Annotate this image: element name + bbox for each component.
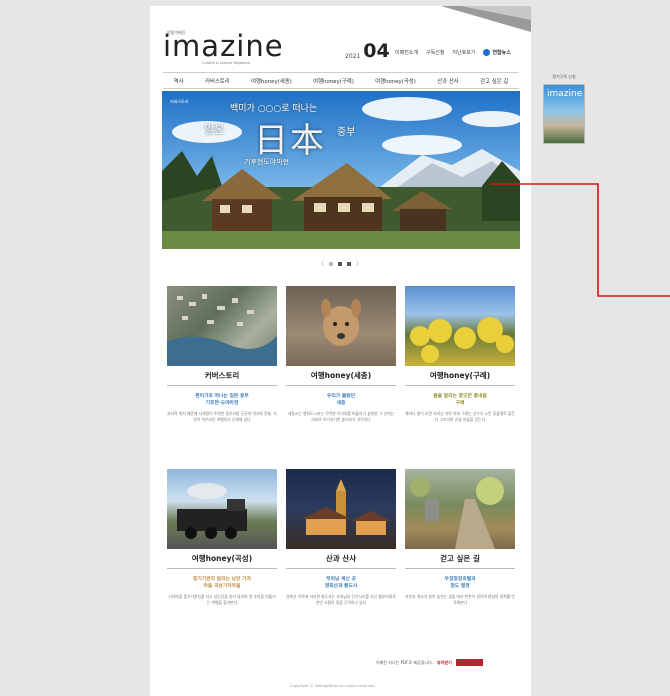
nav-item-cover-story[interactable]: 커버스토리 [205,77,230,85]
article-description: 세종시는 행정도시라는 딱딱한 이미지를 떠올리기 쉽지만 그 안에는 의외로 … [287,411,395,422]
article-description: 영축산 자락에 자리한 통도사는 부처님의 진신사리를 모신 불보사찰로 천년 … [286,594,396,605]
hero-banner[interactable]: 커버스토리 백미가 ○○○로 떠나는 일본 日本 중부 기후현도야마현 [162,91,520,249]
article-subtitle-line: 우정청정호텔과 [444,577,476,582]
magazine-page: 연합이매진 imazine Culture & Leisure Magazine… [150,6,531,696]
pdf-notice-text: 이매진 지나는 PDF로 제공됩니다. [376,659,434,665]
pager-next-icon[interactable]: 〉 [356,259,362,268]
viewer-download-link[interactable]: 뷰어받기 [437,660,452,666]
nav-item-walking-road[interactable]: 걷고 싶은 길 [480,77,508,85]
article-subtitle-line: 우리가 몰랐던 [326,394,356,399]
article-title[interactable]: 여행honey(구례) [405,366,515,386]
article-title[interactable]: 여행honey(세종) [286,366,396,386]
hero-headline-kanji: 日本 [254,121,326,161]
steam-train-image [177,483,247,539]
top-link-archive[interactable]: 지난호보기 [452,49,475,56]
nav-item-mountain-temple[interactable]: 산과 산사 [437,77,459,85]
nav-item-travel-gurye[interactable]: 여행honey(구례) [313,77,354,85]
magazine-cover-thumbnail[interactable]: imazine [543,84,585,144]
top-link-subscribe[interactable]: 구독신청 [426,49,444,56]
nav-item-travel-gokseong[interactable]: 여행honey(곡성) [375,77,416,85]
article-title[interactable]: 걷고 싶은 길 [405,549,515,569]
deer-image [321,299,361,346]
article-subtitle: 부처님 계신 곳 영축산과 통도사 [286,576,396,590]
nav-item-history[interactable]: 역사 [174,77,184,85]
article-description: 기차마을 증기기관차를 타고 섬진강을 따라 달리며 옛 추억을 떠올리는 여행… [168,594,276,605]
article-card-gokseong[interactable]: 여행honey(곡성) 증기기관차 달리는 낭만 기차 마을 곡성기차마을 기차… [167,469,277,606]
article-image[interactable] [286,469,396,549]
article-card-temple[interactable]: 산과 산사 부처님 계신 곳 영축산과 통도사 영축산 자락에 자리한 통도사는… [286,469,396,606]
hero-pager: 〈 〉 [318,259,362,268]
article-subtitle-line: 마을 곡성기차마을 [203,584,241,589]
article-card-walking-road[interactable]: 걷고 싶은 길 우정청정호텔과 청도 팔경 자연과 역사가 살아 숨쉬는 길을 … [405,469,515,606]
article-image[interactable] [405,469,515,549]
article-description: 해마다 봄이 오면 지리산 자락 아래 구례는 산수유 노란 꽃물결로 물든다 … [405,411,515,422]
article-subtitle-line: 기후현·도야마현 [205,401,239,406]
article-subtitle-line: 세종 [336,401,346,406]
issue-year: 2021 [345,53,361,60]
article-subtitle-line: 청도 팔경 [450,584,470,589]
article-card-cover-story[interactable]: 커버스토리 편미가로 떠나는 일본 중부 기후현·도야마현 지리적 위치 때문에… [167,286,277,423]
article-card-gurye[interactable]: 여행honey(구례) 봄을 알리는 향긋한 꽃내음 구례 해마다 봄이 오면 … [405,286,515,423]
site-logo[interactable]: imazine [163,31,284,61]
subscription-widget[interactable]: 정기구독 신청 imazine [543,74,585,154]
top-link-about[interactable]: 이매진소개 [395,49,418,56]
article-subtitle-line: 영축산과 통도사 [324,584,358,589]
pager-dot[interactable] [329,261,334,266]
article-title[interactable]: 산과 산사 [286,549,396,569]
stone-path-image [410,477,504,549]
article-description: 자연과 역사가 살아 숨쉬는 길을 따라 천천히 걸으며 봄날의 정취를 만끽해… [405,594,515,605]
top-links: 이매진소개 구독신청 지난호보기 연합뉴스 [395,49,511,56]
issue-month: 04 [363,40,390,62]
logo-subtitle: Culture & Leisure Magazine [202,61,251,65]
night-temple-image [301,479,391,535]
article-subtitle: 우정청정호텔과 청도 팔경 [405,576,515,590]
article-card-sejong[interactable]: 여행honey(세종) 우리가 몰랐던 세종 세종시는 행정도시라는 딱딱한 이… [286,286,396,423]
nav-item-travel-sejong[interactable]: 여행honey(세종) [251,77,292,85]
article-title[interactable]: 커버스토리 [167,366,277,386]
article-image[interactable] [167,286,277,366]
article-subtitle-line: 구례 [455,401,465,406]
article-subtitle-line: 증기기관차 달리는 낭만 기차 [193,577,251,582]
aerial-town-image [167,294,277,366]
hero-headline-japan: 일본 [204,123,225,136]
article-subtitle: 봄을 알리는 향긋한 꽃내음 구례 [405,393,515,407]
pager-dot[interactable] [347,261,352,266]
article-subtitle-line: 편미가로 떠나는 일본 중부 [195,394,249,399]
article-subtitle-line: 부처님 계신 곳 [326,577,356,582]
article-subtitle: 우리가 몰랐던 세종 [286,393,396,407]
hero-tag: 커버스토리 [170,99,189,104]
pager-dot-active[interactable] [338,261,343,266]
adobe-reader-badge[interactable]: Get Adobe [455,659,483,666]
thumbnail-logo: imazine [547,89,583,99]
article-image[interactable] [167,469,277,549]
site-header: 연합이매진 imazine Culture & Leisure Magazine… [150,6,531,70]
article-title[interactable]: 여행honey(곡성) [167,549,277,569]
issue-number: 2021 04 [345,42,390,61]
article-subtitle-line: 봄을 알리는 향긋한 꽃내음 [433,394,487,399]
hero-headline-chubu: 중부 [337,127,356,138]
annotation-pointer-line [490,183,670,297]
subscription-label[interactable]: 정기구독 신청 [543,74,585,80]
pdf-notice: 이매진 지나는 PDF로 제공됩니다. 뷰어받기 Get Adobe [376,659,483,666]
article-subtitle: 편미가로 떠나는 일본 중부 기후현·도야마현 [167,393,277,407]
hero-landscape [162,149,520,249]
hero-headline-bottom: 기후현도야마현 [244,158,290,166]
yonhap-globe-icon [483,49,491,56]
main-nav: 역사 커버스토리 여행honey(세종) 여행honey(구례) 여행honey… [163,72,519,89]
pager-prev-icon[interactable]: 〈 [318,259,324,268]
yonhap-logo-link[interactable]: 연합뉴스 [483,49,511,56]
yonhap-logo-text: 연합뉴스 [492,50,511,56]
article-image[interactable] [286,286,396,366]
article-subtitle: 증기기관차 달리는 낭만 기차 마을 곡성기차마을 [167,576,277,590]
article-description: 지리적 위치 때문에 사계절이 뚜렷한 중부지방 곳곳에 역사와 전통, 자연이… [167,411,277,422]
copyright-text: Copyright © YonhapNews All rights reserv… [290,683,375,688]
